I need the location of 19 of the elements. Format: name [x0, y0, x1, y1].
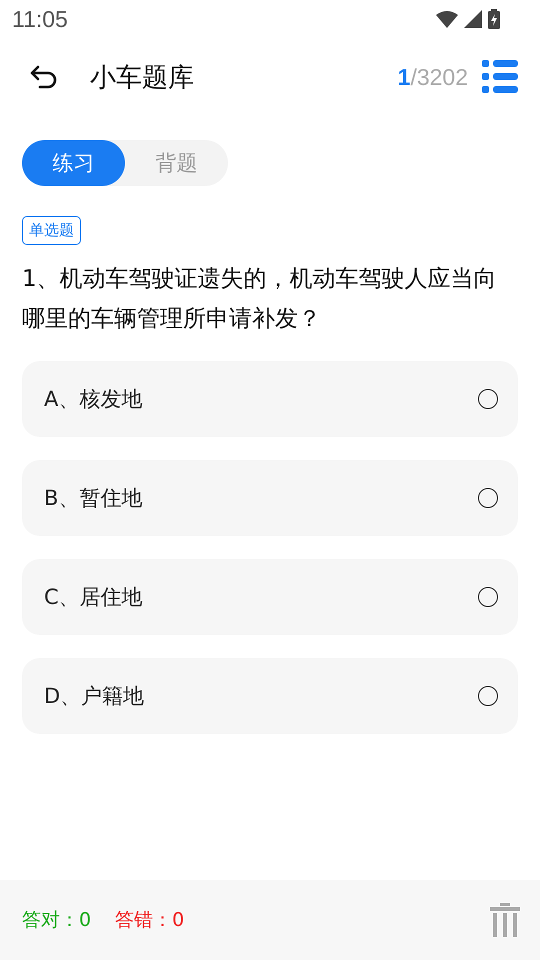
total-count: /3202: [410, 64, 468, 90]
wrong-count: 答错：0: [115, 908, 184, 933]
mode-tab[interactable]: 练习: [22, 140, 125, 186]
back-button[interactable]: [28, 64, 58, 90]
battery-icon: [488, 9, 500, 29]
signal-icon: [464, 10, 482, 28]
status-time: 11:05: [12, 6, 68, 32]
answer-option[interactable]: A、核发地: [22, 361, 518, 437]
correct-count: 答对：0: [22, 908, 92, 933]
question-type-tag: 单选题: [22, 216, 81, 245]
question-text: 1、机动车驾驶证遗失的，机动车驾驶人应当向哪里的车辆管理所申请补发？: [22, 265, 498, 334]
wifi-icon: [436, 10, 458, 28]
answer-option[interactable]: B、暂住地: [22, 460, 518, 536]
list-button[interactable]: [482, 60, 518, 94]
delete-button[interactable]: [490, 903, 520, 937]
answer-option[interactable]: D、户籍地: [22, 658, 518, 734]
current-number: 1: [398, 64, 410, 90]
page-title: 小车题库: [90, 62, 195, 94]
answer-option[interactable]: C、居住地: [22, 559, 518, 635]
